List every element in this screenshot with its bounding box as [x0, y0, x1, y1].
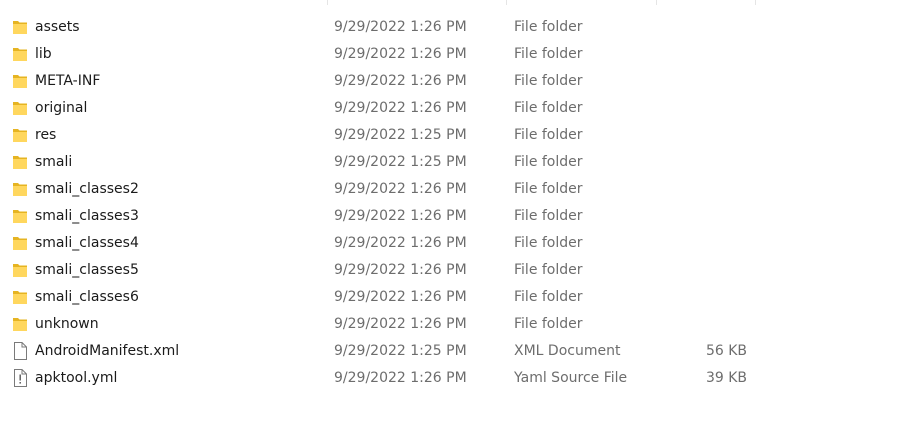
file-row[interactable]: lib 9/29/2022 1:26 PM File folder: [0, 41, 901, 68]
file-row[interactable]: AndroidManifest.xml 9/29/2022 1:25 PM XML …: [0, 338, 901, 365]
file-row[interactable]: apktool.yml 9/29/2022 1:26 PM Yaml Source …: [0, 365, 901, 392]
yaml-file-icon: [12, 369, 28, 387]
date-modified: 9/29/2022 1:26 PM: [334, 262, 467, 278]
document-icon: [12, 342, 28, 360]
folder-icon: [12, 72, 28, 90]
file-name: apktool.yml: [35, 370, 118, 386]
date-modified: 9/29/2022 1:26 PM: [334, 73, 467, 89]
date-modified: 9/29/2022 1:26 PM: [334, 235, 467, 251]
column-divider[interactable]: [327, 0, 328, 5]
file-explorer-details-view: assets 9/29/2022 1:26 PM File folder lib 9/2…: [0, 0, 901, 421]
file-name: res: [35, 127, 57, 143]
file-name: META-INF: [35, 73, 101, 89]
file-row[interactable]: smali 9/29/2022 1:25 PM File folder: [0, 149, 901, 176]
file-row[interactable]: smali_classes5 9/29/2022 1:26 PM File fold…: [0, 257, 901, 284]
file-type: File folder: [514, 127, 583, 143]
folder-icon: [12, 207, 28, 225]
date-modified: 9/29/2022 1:25 PM: [334, 154, 467, 170]
file-row[interactable]: META-INF 9/29/2022 1:26 PM File folder: [0, 68, 901, 95]
file-list: assets 9/29/2022 1:26 PM File folder lib 9/2…: [0, 14, 901, 392]
date-modified: 9/29/2022 1:26 PM: [334, 370, 467, 386]
date-modified: 9/29/2022 1:26 PM: [334, 19, 467, 35]
date-modified: 9/29/2022 1:26 PM: [334, 208, 467, 224]
file-name: original: [35, 100, 88, 116]
file-type: File folder: [514, 181, 583, 197]
file-type: File folder: [514, 46, 583, 62]
folder-icon: [12, 234, 28, 252]
file-name: smali_classes2: [35, 181, 139, 197]
file-name: assets: [35, 19, 80, 35]
folder-icon: [12, 126, 28, 144]
date-modified: 9/29/2022 1:26 PM: [334, 100, 467, 116]
column-divider[interactable]: [755, 0, 756, 5]
file-type: File folder: [514, 262, 583, 278]
folder-icon: [12, 288, 28, 306]
file-type: File folder: [514, 208, 583, 224]
folder-icon: [12, 180, 28, 198]
file-size: 56 KB: [705, 343, 747, 359]
date-modified: 9/29/2022 1:26 PM: [334, 289, 467, 305]
file-name: lib: [35, 46, 52, 62]
date-modified: 9/29/2022 1:25 PM: [334, 343, 467, 359]
column-divider[interactable]: [506, 0, 507, 5]
file-type: File folder: [514, 235, 583, 251]
file-row[interactable]: smali_classes2 9/29/2022 1:26 PM File fold…: [0, 176, 901, 203]
column-dividers: [0, 0, 901, 10]
date-modified: 9/29/2022 1:25 PM: [334, 127, 467, 143]
file-name: smali: [35, 154, 73, 170]
folder-icon: [12, 99, 28, 117]
file-type: File folder: [514, 100, 583, 116]
file-type: File folder: [514, 316, 583, 332]
file-name: AndroidManifest.xml: [35, 343, 180, 359]
folder-icon: [12, 153, 28, 171]
file-name: smali_classes5: [35, 262, 139, 278]
file-type: XML Document: [514, 343, 621, 359]
file-type: File folder: [514, 154, 583, 170]
file-row[interactable]: smali_classes3 9/29/2022 1:26 PM File fold…: [0, 203, 901, 230]
file-row[interactable]: unknown 9/29/2022 1:26 PM File folder: [0, 311, 901, 338]
file-row[interactable]: assets 9/29/2022 1:26 PM File folder: [0, 14, 901, 41]
date-modified: 9/29/2022 1:26 PM: [334, 46, 467, 62]
folder-icon: [12, 45, 28, 63]
folder-icon: [12, 18, 28, 36]
file-row[interactable]: smali_classes6 9/29/2022 1:26 PM File fold…: [0, 284, 901, 311]
file-name: unknown: [35, 316, 99, 332]
file-row[interactable]: res 9/29/2022 1:25 PM File folder: [0, 122, 901, 149]
file-type: File folder: [514, 19, 583, 35]
file-name: smali_classes3: [35, 208, 139, 224]
file-row[interactable]: original 9/29/2022 1:26 PM File folder: [0, 95, 901, 122]
file-size: 39 KB: [705, 370, 747, 386]
file-type: File folder: [514, 73, 583, 89]
file-name: smali_classes4: [35, 235, 139, 251]
date-modified: 9/29/2022 1:26 PM: [334, 316, 467, 332]
file-name: smali_classes6: [35, 289, 139, 305]
folder-icon: [12, 261, 28, 279]
folder-icon: [12, 315, 28, 333]
file-type: File folder: [514, 289, 583, 305]
date-modified: 9/29/2022 1:26 PM: [334, 181, 467, 197]
file-type: Yaml Source File: [514, 370, 628, 386]
column-divider[interactable]: [656, 0, 657, 5]
file-row[interactable]: smali_classes4 9/29/2022 1:26 PM File fold…: [0, 230, 901, 257]
